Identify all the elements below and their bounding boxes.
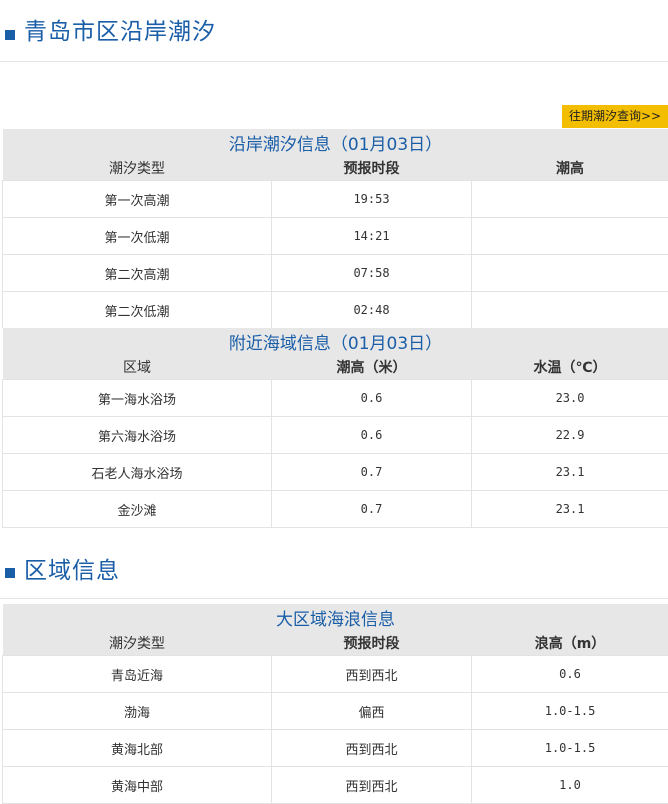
cell-area: 黄海中部	[3, 767, 272, 804]
cell-direction: 西到西北	[272, 656, 472, 693]
cell-area: 渤海	[3, 693, 272, 730]
nearby-sea-table: 附近海域信息（01月03日） 区域 潮高（米） 水温（℃） 第一海水浴场 0.6…	[2, 328, 668, 528]
cell-wave-height: 0.6	[472, 656, 668, 693]
wave-info-table: 大区域海浪信息 潮汐类型 预报时段 浪高（m） 青岛近海 西到西北 0.6 渤海…	[2, 604, 668, 804]
cell-tide-height	[472, 292, 668, 329]
table-row: 黄海北部 西到西北 1.0-1.5	[3, 730, 668, 767]
section-header-region: 区域信息	[0, 538, 668, 599]
table-row: 第一次低潮 14:21	[3, 218, 668, 255]
column-header: 区域	[3, 354, 272, 380]
cell-water-temp: 23.1	[472, 491, 668, 528]
tide-info-table: 沿岸潮汐信息（01月03日） 潮汐类型 预报时段 潮高 第一次高潮 19:53 …	[2, 129, 668, 329]
cell-tide-height: 0.7	[272, 454, 472, 491]
cell-time: 19:53	[272, 181, 472, 218]
cell-area: 黄海北部	[3, 730, 272, 767]
cell-tide-height	[472, 218, 668, 255]
table-row: 第一次高潮 19:53	[3, 181, 668, 218]
cell-tide-type: 第二次高潮	[3, 255, 272, 292]
table-caption: 附近海域信息（01月03日）	[3, 328, 668, 354]
cell-water-temp: 23.1	[472, 454, 668, 491]
cell-tide-type: 第二次低潮	[3, 292, 272, 329]
cell-area: 青岛近海	[3, 656, 272, 693]
table-row: 第一海水浴场 0.6 23.0	[3, 380, 668, 417]
cell-water-temp: 23.0	[472, 380, 668, 417]
cell-wave-height: 1.0	[472, 767, 668, 804]
cell-wave-height: 1.0-1.5	[472, 730, 668, 767]
cell-direction: 西到西北	[272, 767, 472, 804]
cell-area: 石老人海水浴场	[3, 454, 272, 491]
table-row: 石老人海水浴场 0.7 23.1	[3, 454, 668, 491]
table-row: 青岛近海 西到西北 0.6	[3, 656, 668, 693]
cell-tide-height	[472, 255, 668, 292]
table-row: 第六海水浴场 0.6 22.9	[3, 417, 668, 454]
table-row: 黄海中部 西到西北 1.0	[3, 767, 668, 804]
cell-wave-height: 1.0-1.5	[472, 693, 668, 730]
section-marker-icon	[5, 30, 15, 40]
cell-tide-height: 0.6	[272, 380, 472, 417]
cell-tide-height: 0.7	[272, 491, 472, 528]
cell-tide-type: 第一次高潮	[3, 181, 272, 218]
table-header-row: 区域 潮高（米） 水温（℃）	[3, 354, 668, 380]
cell-area: 第六海水浴场	[3, 417, 272, 454]
column-header: 预报时段	[272, 155, 472, 181]
table-row: 第二次高潮 07:58	[3, 255, 668, 292]
section-header-tides: 青岛市区沿岸潮汐	[0, 0, 668, 62]
table-caption: 沿岸潮汐信息（01月03日）	[3, 129, 668, 155]
cell-direction: 西到西北	[272, 730, 472, 767]
cell-tide-type: 第一次低潮	[3, 218, 272, 255]
cell-tide-height: 0.6	[272, 417, 472, 454]
table-header-row: 潮汐类型 预报时段 浪高（m）	[3, 630, 668, 656]
cell-time: 07:58	[272, 255, 472, 292]
column-header: 水温（℃）	[472, 354, 668, 380]
cell-time: 02:48	[272, 292, 472, 329]
table-header-row: 潮汐类型 预报时段 潮高	[3, 155, 668, 181]
history-tide-query-link[interactable]: 往期潮汐查询>>	[562, 105, 668, 128]
column-header: 潮汐类型	[3, 630, 272, 656]
section-title: 区域信息	[24, 556, 120, 586]
column-header: 浪高（m）	[472, 630, 668, 656]
table-row: 渤海 偏西 1.0-1.5	[3, 693, 668, 730]
cell-time: 14:21	[272, 218, 472, 255]
cell-tide-height	[472, 181, 668, 218]
cell-area: 第一海水浴场	[3, 380, 272, 417]
table-row: 第二次低潮 02:48	[3, 292, 668, 329]
cell-area: 金沙滩	[3, 491, 272, 528]
section-title: 青岛市区沿岸潮汐	[24, 17, 216, 47]
cell-direction: 偏西	[272, 693, 472, 730]
column-header: 潮高	[472, 155, 668, 181]
column-header: 潮汐类型	[3, 155, 272, 181]
section-marker-icon	[5, 568, 15, 578]
table-caption: 大区域海浪信息	[3, 604, 668, 630]
cell-water-temp: 22.9	[472, 417, 668, 454]
column-header: 预报时段	[272, 630, 472, 656]
table-row: 金沙滩 0.7 23.1	[3, 491, 668, 528]
column-header: 潮高（米）	[272, 354, 472, 380]
